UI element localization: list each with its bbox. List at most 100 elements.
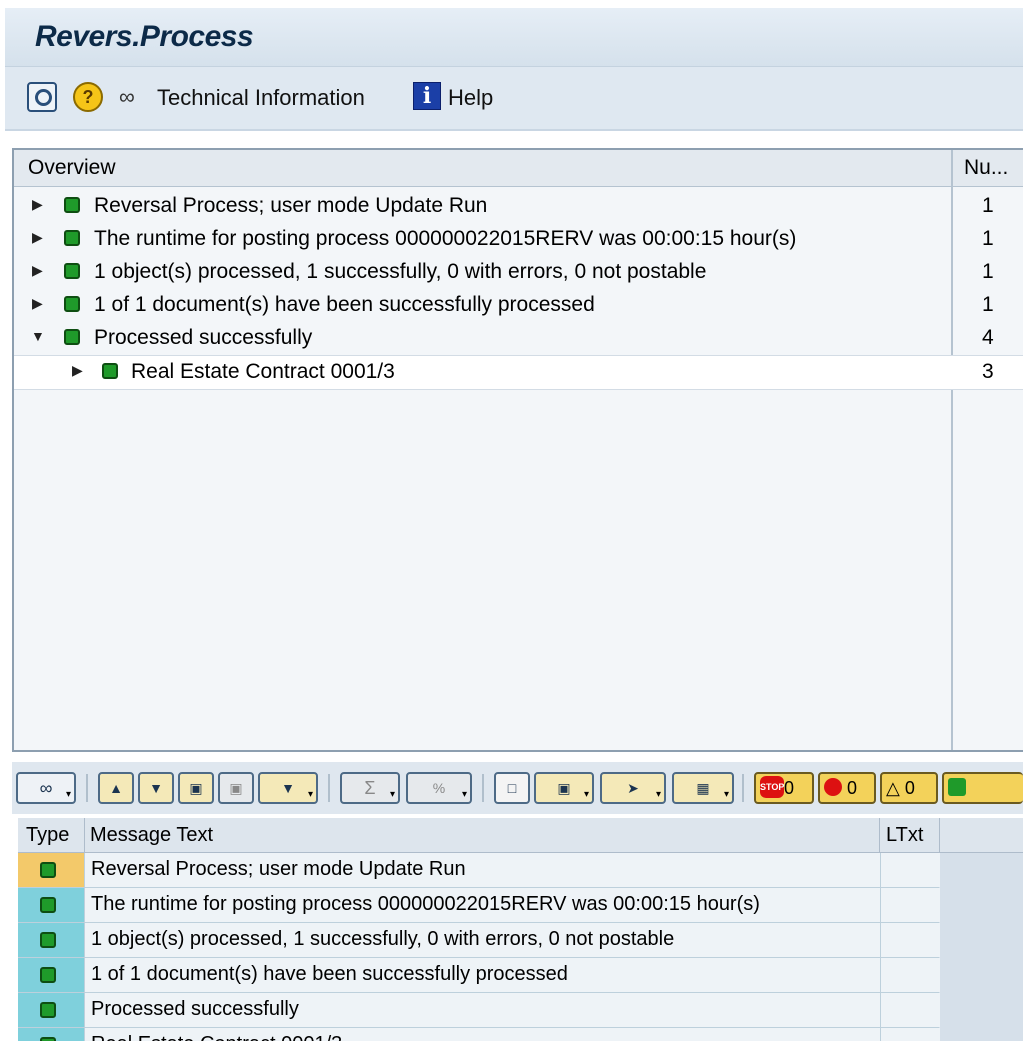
tree-row-text: 1 of 1 document(s) have been successfull… [94,293,595,316]
tree-row-text: Real Estate Contract 0001/3 [131,360,395,383]
display-icon[interactable] [27,82,57,112]
success-status-icon [40,932,56,948]
type-column-header[interactable]: Type [26,824,69,847]
title-bar: Revers.Process [5,8,1023,67]
expand-arrow-icon[interactable]: ▶ [32,295,43,312]
print-button[interactable]: ▲ [98,772,134,804]
success-status-icon [64,296,80,312]
warning-filter-button[interactable]: △ 0 [880,772,938,804]
type-cell [18,853,84,887]
layout-icon[interactable]: ▦ ▾ [672,772,734,804]
warning-icon: △ [886,778,900,798]
type-cell [18,1028,84,1041]
filter-button[interactable]: ▼ [138,772,174,804]
message-text-cell: 1 of 1 document(s) have been successfull… [84,958,880,992]
error-filter-button[interactable]: 0 [818,772,876,804]
success-status-icon [64,263,80,279]
success-filter-button[interactable] [942,772,1023,804]
subtotals-icon[interactable]: % ▾ [406,772,472,804]
message-row[interactable]: Real Estate Contract 0001/3 [18,1028,940,1041]
error-count: 0 [847,778,858,798]
success-status-icon [40,862,56,878]
expand-arrow-icon[interactable]: ▶ [72,362,83,379]
tree-row-text: The runtime for posting process 00000002… [94,227,797,250]
collapse-arrow-icon[interactable]: ▼ [31,328,45,344]
tree-row-text: Processed successfully [94,326,313,349]
tree-row-text: 1 object(s) processed, 1 successfully, 0… [94,260,707,283]
set-filter-button[interactable]: ▼ ▾ [258,772,318,804]
long-text-cell[interactable] [880,1028,940,1041]
tree-row-number: 3 [982,360,994,383]
message-text: 1 object(s) processed, 1 successfully, 0… [91,928,675,950]
type-cell [18,993,84,1027]
sum-glyph: Σ [364,778,376,798]
long-text-cell[interactable] [880,853,940,887]
help-button[interactable]: Help [448,85,493,111]
technical-information-button[interactable]: Technical Information [157,85,365,111]
warning-count: 0 [904,778,915,798]
message-row[interactable]: 1 of 1 document(s) have been successfull… [18,958,940,993]
long-text-cell[interactable] [880,923,940,957]
toolbar-separator [742,774,744,802]
info-icon[interactable]: i [413,82,441,110]
type-cell [18,923,84,957]
overview-column-header[interactable]: Overview [28,156,116,180]
find-next-icon[interactable]: ▣ [218,772,254,804]
tree-row-number: 1 [982,293,994,316]
tree-row[interactable]: ▶ 1 of 1 document(s) have been successfu… [14,289,1023,322]
toolbar-separator [86,774,88,802]
column-divider[interactable] [84,818,85,852]
message-row[interactable]: Reversal Process; user mode Update Run [18,853,940,888]
tree-row[interactable]: ▶ Reversal Process; user mode Update Run… [14,190,1023,223]
message-text: Reversal Process; user mode Update Run [91,858,466,880]
application-toolbar: ? ∞ Technical Information i Help [5,67,1023,131]
tree-row-number: 1 [982,260,994,283]
details-button[interactable]: ∞ ▾ [16,772,76,804]
find-icon[interactable]: ▣ [178,772,214,804]
grid-header: Type Message Text LTxt [18,818,1023,853]
tree-row[interactable]: ▶ The runtime for posting process 000000… [14,223,1023,256]
views-icon[interactable]: ▣ ▾ [534,772,594,804]
message-row[interactable]: Processed successfully [18,993,940,1028]
column-divider[interactable] [879,818,880,852]
message-text-cell: Real Estate Contract 0001/3 [84,1028,880,1041]
message-row[interactable]: 1 object(s) processed, 1 successfully, 0… [18,923,940,958]
ltxt-column-header[interactable]: LTxt [886,824,923,847]
long-text-cell[interactable] [880,888,940,922]
message-text-cell: Reversal Process; user mode Update Run [84,853,880,887]
success-icon [948,778,966,797]
overview-tree: Overview Nu... ▶ Reversal Process; user … [12,148,1023,752]
message-text-column-header[interactable]: Message Text [90,824,213,847]
long-text-cell[interactable] [880,958,940,992]
success-status-icon [64,230,80,246]
stop-filter-button[interactable]: STOP0 [754,772,814,804]
sum-icon[interactable]: Σ ▾ [340,772,400,804]
glasses-icon[interactable]: ∞ [119,82,153,112]
message-text-cell: Processed successfully [84,993,880,1027]
type-cell [18,888,84,922]
tree-row[interactable]: ▶ 1 object(s) processed, 1 successfully,… [14,256,1023,289]
tree-row-number: 1 [982,194,994,217]
message-row[interactable]: The runtime for posting process 00000002… [18,888,940,923]
print-preview-icon[interactable]: □ [494,772,530,804]
success-status-icon [40,1037,56,1041]
expand-arrow-icon[interactable]: ▶ [32,229,43,246]
stop-icon: STOP [760,776,784,799]
column-divider[interactable] [939,818,940,852]
long-text-cell[interactable] [880,993,940,1027]
expand-arrow-icon[interactable]: ▶ [32,262,43,279]
success-status-icon [40,897,56,913]
export-icon[interactable]: ➤ ▾ [600,772,666,804]
help-circle-glyph: ? [82,87,94,107]
tree-row[interactable]: ▼ Processed successfully 4 [14,322,1023,355]
expand-arrow-icon[interactable]: ▶ [32,196,43,213]
tree-row-number: 4 [982,326,994,349]
message-text-cell: 1 object(s) processed, 1 successfully, 0… [84,923,880,957]
toolbar-separator [482,774,484,802]
window-title: Revers.Process [35,20,254,53]
tree-row-selected[interactable]: ▶ Real Estate Contract 0001/3 3 [14,355,1023,390]
tree-row-number: 1 [982,227,994,250]
number-column-header[interactable]: Nu... [964,156,1008,180]
message-grid: Type Message Text LTxt Reversal Process;… [18,818,1023,1041]
help-circle-icon[interactable]: ? [73,82,103,112]
